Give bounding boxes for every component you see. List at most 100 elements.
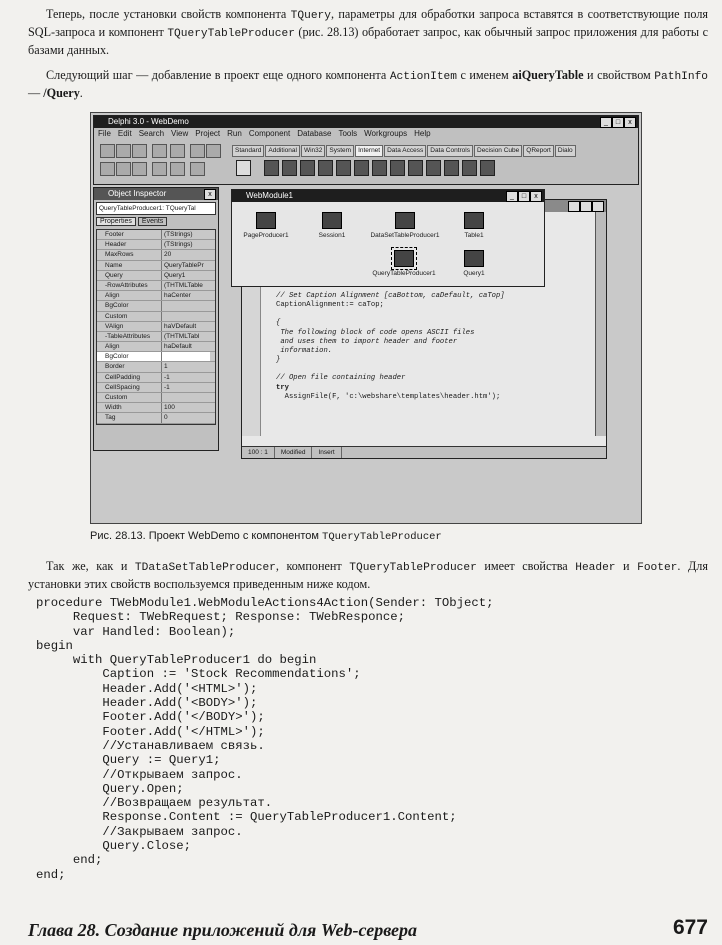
- menu-item[interactable]: Database: [297, 129, 331, 138]
- component-page-producer[interactable]: PageProducer1: [238, 212, 294, 239]
- property-value[interactable]: haCenter: [162, 291, 210, 300]
- trace-into-icon[interactable]: [170, 162, 185, 176]
- component-icon[interactable]: [444, 160, 459, 176]
- property-value[interactable]: [162, 301, 210, 310]
- property-row[interactable]: Align haDefault: [97, 342, 215, 353]
- property-value[interactable]: [162, 352, 210, 362]
- maximize-button[interactable]: □: [612, 117, 624, 128]
- editor-scrollbar[interactable]: [595, 212, 606, 436]
- open-project-icon[interactable]: [170, 144, 185, 158]
- component-query[interactable]: Query1: [452, 250, 496, 277]
- minimize-button[interactable]: _: [600, 117, 612, 128]
- maximize-button[interactable]: □: [518, 191, 530, 202]
- property-value[interactable]: -1: [162, 373, 210, 382]
- tab-properties[interactable]: Properties: [96, 217, 136, 226]
- menu-item[interactable]: Workgroups: [364, 129, 407, 138]
- pause-icon[interactable]: [206, 144, 221, 158]
- component-table[interactable]: Table1: [452, 212, 496, 239]
- save-icon[interactable]: [132, 144, 147, 158]
- property-row[interactable]: Border 1: [97, 362, 215, 373]
- save-all-icon[interactable]: [152, 144, 167, 158]
- pointer-icon[interactable]: [236, 160, 251, 176]
- close-button[interactable]: x: [624, 117, 636, 128]
- component-session[interactable]: Session1: [308, 212, 356, 239]
- new-icon[interactable]: [100, 144, 115, 158]
- property-row[interactable]: Width 100: [97, 403, 215, 414]
- menu-item[interactable]: Component: [249, 129, 290, 138]
- property-row[interactable]: MaxRows 20: [97, 250, 215, 261]
- menu-item[interactable]: Search: [139, 129, 164, 138]
- property-value[interactable]: haVDefault: [162, 322, 210, 331]
- property-row[interactable]: Footer (TStrings): [97, 230, 215, 241]
- property-value[interactable]: [162, 312, 210, 321]
- palette-tab[interactable]: QReport: [523, 145, 554, 157]
- property-row[interactable]: BgColor: [97, 301, 215, 312]
- code-area[interactable]: // Set Caption Alignment [caBottom, caDe…: [276, 292, 505, 402]
- menu-item[interactable]: File: [98, 129, 111, 138]
- property-value[interactable]: 100: [162, 403, 210, 412]
- minimize-button[interactable]: [568, 201, 580, 212]
- close-button[interactable]: x: [204, 189, 216, 200]
- component-icon[interactable]: [426, 160, 441, 176]
- maximize-button[interactable]: [580, 201, 592, 212]
- close-button[interactable]: [592, 201, 604, 212]
- property-value[interactable]: (TStrings): [162, 230, 210, 239]
- property-row[interactable]: Custom: [97, 311, 215, 322]
- property-value[interactable]: QueryTablePr: [162, 261, 210, 270]
- component-icon[interactable]: [408, 160, 423, 176]
- palette-tab[interactable]: Data Controls: [427, 145, 473, 157]
- property-row[interactable]: Custom: [97, 393, 215, 404]
- select-unit-icon[interactable]: [152, 162, 167, 176]
- component-icon[interactable]: [390, 160, 405, 176]
- property-row[interactable]: CellPadding -1: [97, 372, 215, 383]
- component-dataset-table-producer[interactable]: DataSetTableProducer1: [360, 212, 450, 239]
- property-row[interactable]: Align haCenter: [97, 291, 215, 302]
- component-icon[interactable]: [372, 160, 387, 176]
- component-icon[interactable]: [462, 160, 477, 176]
- property-row[interactable]: Query Query1: [97, 270, 215, 281]
- menu-item[interactable]: Project: [195, 129, 220, 138]
- property-value[interactable]: 0: [162, 413, 210, 422]
- menu-item[interactable]: Tools: [338, 129, 357, 138]
- property-row[interactable]: -TableAttributes (THTMLTabl: [97, 331, 215, 343]
- property-value[interactable]: 1: [162, 362, 210, 371]
- component-query-table-producer[interactable]: QueryTableProducer1: [364, 247, 444, 277]
- remove-file-icon[interactable]: [116, 162, 131, 176]
- close-button[interactable]: x: [530, 191, 542, 202]
- menu-item[interactable]: Help: [414, 129, 430, 138]
- property-value[interactable]: (TStrings): [162, 240, 210, 249]
- tab-events[interactable]: Events: [137, 217, 168, 226]
- component-icon[interactable]: [336, 160, 351, 176]
- property-value[interactable]: (THTMLTabl: [162, 332, 210, 341]
- property-row[interactable]: Name QueryTablePr: [97, 260, 215, 271]
- palette-tab[interactable]: Additional: [265, 145, 300, 157]
- palette-tab[interactable]: Decision Cube: [474, 145, 523, 157]
- component-icon[interactable]: [300, 160, 315, 176]
- property-value[interactable]: -1: [162, 383, 210, 392]
- property-row[interactable]: Header (TStrings): [97, 240, 215, 251]
- palette-tab[interactable]: Internet: [355, 145, 384, 157]
- property-value[interactable]: Query1: [162, 271, 210, 280]
- property-value[interactable]: [162, 393, 210, 402]
- palette-tab[interactable]: Data Access: [384, 145, 427, 157]
- open-icon[interactable]: [116, 144, 131, 158]
- property-row[interactable]: BgColor: [97, 352, 215, 363]
- property-row[interactable]: VAlign haVDefault: [97, 321, 215, 332]
- object-selector[interactable]: QueryTableProducer1: TQueryTal: [96, 202, 216, 215]
- add-file-icon[interactable]: [100, 162, 115, 176]
- property-row[interactable]: CellSpacing -1: [97, 382, 215, 393]
- component-icon[interactable]: [480, 160, 495, 176]
- step-over-icon[interactable]: [190, 162, 205, 176]
- component-icon[interactable]: [318, 160, 333, 176]
- property-value[interactable]: (THTMLTable: [162, 281, 210, 290]
- property-row[interactable]: -RowAttributes (THTMLTable: [97, 280, 215, 292]
- component-icon[interactable]: [354, 160, 369, 176]
- minimize-button[interactable]: _: [506, 191, 518, 202]
- palette-tab[interactable]: Win32: [300, 145, 326, 157]
- menu-item[interactable]: Run: [227, 129, 242, 138]
- toggle-form-icon[interactable]: [132, 162, 147, 176]
- palette-tab[interactable]: Standard: [232, 145, 265, 157]
- menu-item[interactable]: View: [171, 129, 188, 138]
- component-icon[interactable]: [282, 160, 297, 176]
- property-value[interactable]: haDefault: [162, 342, 210, 351]
